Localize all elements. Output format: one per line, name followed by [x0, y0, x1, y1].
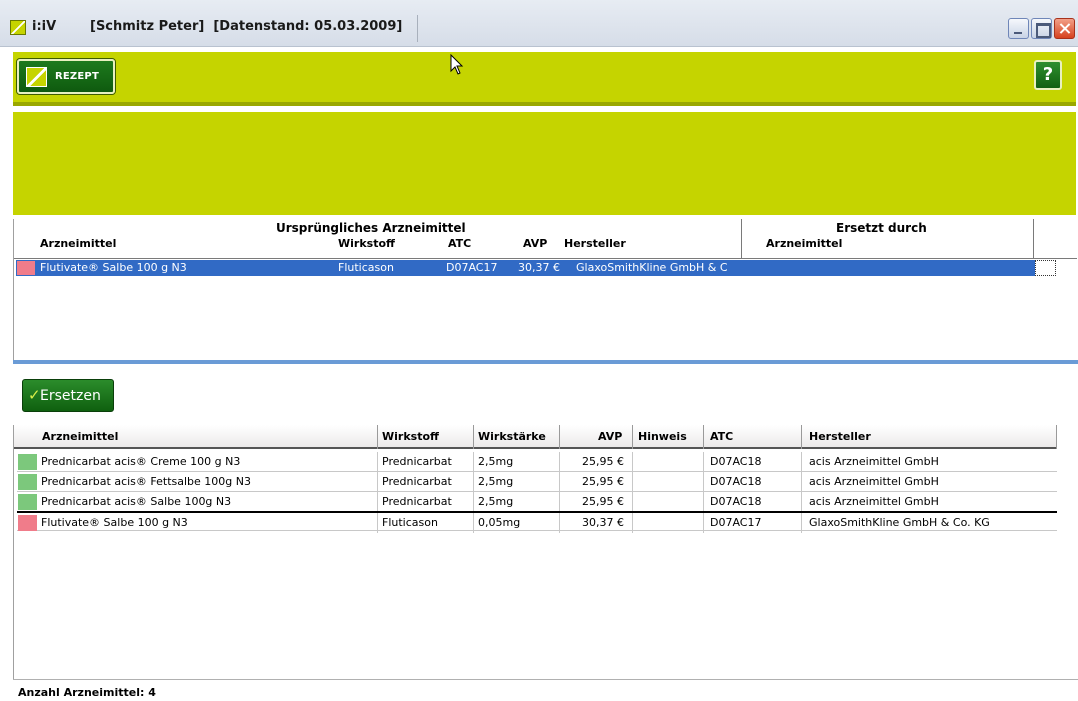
- cell-wirkstoff: Prednicarbat: [382, 455, 452, 468]
- col-arzneimittel[interactable]: Arzneimittel: [40, 237, 116, 250]
- cell-wirkstoff: Fluticason: [382, 516, 438, 529]
- col-ersetzt-arzneimittel[interactable]: Arzneimittel: [766, 237, 842, 250]
- cell-wirkstaerke: 2,5mg: [478, 475, 514, 488]
- cell-avp: 25,95 €: [582, 475, 624, 488]
- close-button[interactable]: [1054, 18, 1075, 39]
- help-button[interactable]: ?: [1034, 60, 1062, 90]
- toolbar: REZEPT ?: [13, 52, 1076, 106]
- row-focus-cell[interactable]: [1035, 260, 1056, 276]
- original-medication-table: Ursprüngliches Arzneimittel Ersetzt durc…: [13, 219, 1077, 360]
- mouse-cursor-icon: [450, 54, 464, 75]
- cell-arzneimittel: Prednicarbat acis® Creme 100 g N3: [41, 455, 241, 468]
- cell-atc: D07AC18: [710, 455, 762, 468]
- title-bar[interactable]: i:iV [Schmitz Peter] [Datenstand: 05.03.…: [0, 0, 1078, 47]
- col-hersteller[interactable]: Hersteller: [809, 430, 871, 443]
- status-indicator: [18, 454, 37, 470]
- header-divider: [1033, 219, 1034, 259]
- col-hersteller[interactable]: Hersteller: [564, 237, 626, 250]
- col-atc[interactable]: ATC: [448, 237, 471, 250]
- info-banner: [13, 112, 1076, 215]
- cell-avp: 25,95 €: [582, 455, 624, 468]
- rezept-button[interactable]: REZEPT: [17, 59, 115, 94]
- checkmark-icon: ✓: [28, 386, 41, 404]
- cell-hersteller: acis Arzneimittel GmbH: [809, 455, 939, 468]
- cell-wirkstoff: Prednicarbat: [382, 495, 452, 508]
- col-wirkstoff[interactable]: Wirkstoff: [338, 237, 395, 250]
- col-wirkstaerke[interactable]: Wirkstärke: [478, 430, 546, 443]
- rezept-button-label: REZEPT: [55, 71, 99, 82]
- cell-arzneimittel: Flutivate® Salbe 100 g N3: [40, 261, 187, 274]
- status-indicator: [18, 494, 37, 510]
- prescription-icon: [26, 67, 47, 87]
- status-indicator: [17, 261, 35, 275]
- replace-button-label: Ersetzen: [40, 388, 101, 404]
- cell-arzneimittel: Flutivate® Salbe 100 g N3: [41, 516, 188, 529]
- group-original-label: Ursprüngliches Arzneimittel: [276, 221, 466, 235]
- cell-hersteller: GlaxoSmithKline GmbH & Co. KG: [809, 516, 990, 529]
- cell-wirkstoff: Prednicarbat: [382, 475, 452, 488]
- cell-atc: D07AC17: [446, 261, 498, 274]
- maximize-button[interactable]: [1031, 18, 1052, 39]
- cell-avp: 30,37 €: [582, 516, 624, 529]
- cell-wirkstaerke: 0,05mg: [478, 516, 521, 529]
- cell-avp: 30,37 €: [518, 261, 560, 274]
- selected-table-row[interactable]: Flutivate® Salbe 100 g N3 Fluticason D07…: [16, 260, 1056, 276]
- col-atc[interactable]: ATC: [710, 430, 733, 443]
- alternatives-table: Arzneimittel Wirkstoff Wirkstärke AVP Hi…: [13, 425, 1076, 680]
- cell-wirkstaerke: 2,5mg: [478, 495, 514, 508]
- status-divider: [13, 679, 1078, 680]
- table-row[interactable]: Prednicarbat acis® Fettsalbe 100g N3 Pre…: [17, 472, 1057, 492]
- pane-splitter[interactable]: [13, 360, 1078, 364]
- cell-atc: D07AC18: [710, 475, 762, 488]
- table-row[interactable]: Prednicarbat acis® Salbe 100g N3 Prednic…: [17, 492, 1057, 512]
- cell-arzneimittel: Prednicarbat acis® Fettsalbe 100g N3: [41, 475, 252, 488]
- cell-avp: 25,95 €: [582, 495, 624, 508]
- col-wirkstoff[interactable]: Wirkstoff: [382, 430, 439, 443]
- window-title-box: [Schmitz Peter] [Datenstand: 05.03.2009]: [80, 15, 418, 42]
- group-replaced-label: Ersetzt durch: [836, 221, 927, 235]
- cell-wirkstoff: Fluticason: [338, 261, 394, 274]
- col-avp[interactable]: AVP: [523, 237, 547, 250]
- status-indicator: [18, 515, 37, 531]
- table-row[interactable]: Prednicarbat acis® Creme 100 g N3 Predni…: [17, 452, 1057, 472]
- cell-hersteller: acis Arzneimittel GmbH: [809, 495, 939, 508]
- original-table-header: Ursprüngliches Arzneimittel Ersetzt durc…: [14, 219, 1077, 259]
- minimize-button[interactable]: [1008, 18, 1029, 39]
- replace-button[interactable]: ✓ Ersetzen: [22, 379, 114, 412]
- group-divider: [741, 219, 742, 259]
- window-title: [Schmitz Peter] [Datenstand: 05.03.2009]: [90, 19, 403, 34]
- cell-wirkstaerke: 2,5mg: [478, 455, 514, 468]
- status-indicator: [18, 474, 37, 490]
- cell-hersteller: GlaxoSmithKline GmbH & C: [576, 261, 728, 274]
- col-hinweis[interactable]: Hinweis: [638, 430, 687, 443]
- cell-arzneimittel: Prednicarbat acis® Salbe 100g N3: [41, 495, 232, 508]
- medication-count: Anzahl Arzneimittel: 4: [18, 686, 156, 699]
- col-avp[interactable]: AVP: [598, 430, 622, 443]
- cell-atc: D07AC17: [710, 516, 762, 529]
- cell-atc: D07AC18: [710, 495, 762, 508]
- alternatives-table-header: Arzneimittel Wirkstoff Wirkstärke AVP Hi…: [14, 425, 1057, 449]
- cell-hersteller: acis Arzneimittel GmbH: [809, 475, 939, 488]
- col-arzneimittel[interactable]: Arzneimittel: [42, 430, 118, 443]
- app-logo-icon: [10, 20, 26, 35]
- table-row[interactable]: Flutivate® Salbe 100 g N3 Fluticason 0,0…: [17, 511, 1057, 533]
- app-name: i:iV: [32, 19, 57, 34]
